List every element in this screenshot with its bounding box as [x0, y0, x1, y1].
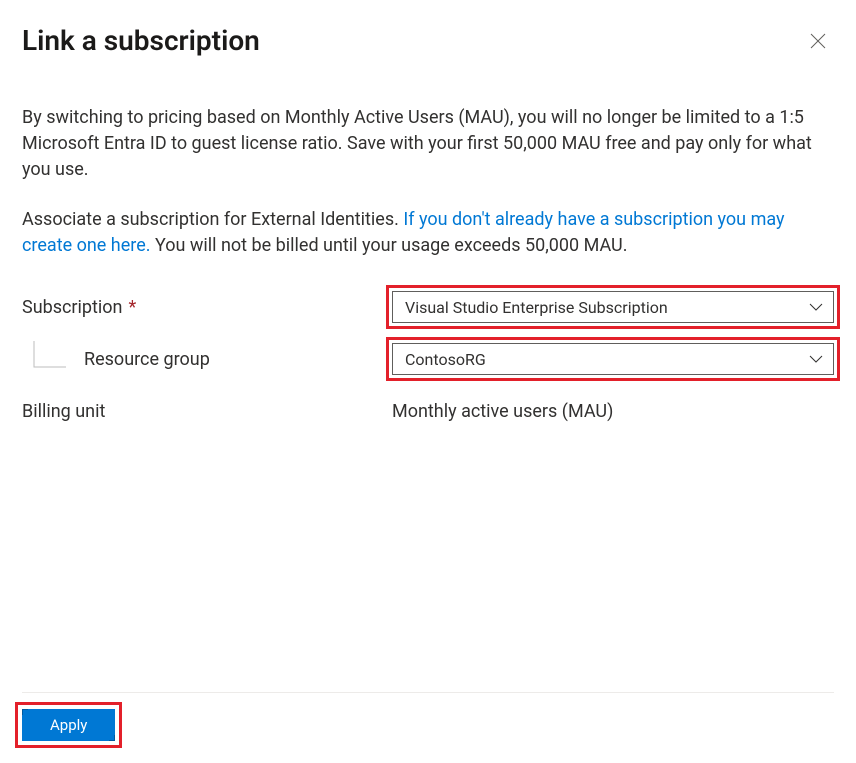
subscription-select[interactable]: Visual Studio Enterprise Subscription [392, 291, 834, 323]
resource-group-select-value: ContosoRG [405, 350, 486, 369]
apply-button-wrap: Apply [22, 709, 115, 741]
subscription-row: Subscription * Visual Studio Enterprise … [22, 289, 834, 325]
subscription-label: Subscription [22, 297, 123, 318]
fields-container: Subscription * Visual Studio Enterprise … [22, 289, 834, 422]
resource-group-select-wrap: ContosoRG [392, 343, 834, 375]
resource-group-label: Resource group [84, 349, 210, 370]
footer: Apply [22, 692, 834, 763]
associate-prefix: Associate a subscription for External Id… [22, 209, 403, 230]
panel-title: Link a subscription [22, 24, 260, 57]
associate-suffix: You will not be billed until your usage … [151, 235, 628, 256]
associate-text: Associate a subscription for External Id… [22, 207, 834, 259]
billing-unit-label: Billing unit [22, 401, 392, 422]
billing-unit-value: Monthly active users (MAU) [392, 401, 613, 422]
billing-unit-row: Billing unit Monthly active users (MAU) [22, 401, 834, 422]
close-button[interactable] [802, 25, 834, 57]
apply-button[interactable]: Apply [22, 709, 115, 741]
close-icon [810, 33, 826, 49]
tree-indent-icon [22, 341, 66, 377]
resource-group-row: Resource group ContosoRG [22, 339, 834, 379]
required-marker: * [129, 297, 137, 318]
chevron-down-icon [809, 354, 823, 364]
intro-text: By switching to pricing based on Monthly… [22, 105, 834, 183]
subscription-select-value: Visual Studio Enterprise Subscription [405, 298, 668, 317]
subscription-label-col: Subscription * [22, 297, 392, 318]
chevron-down-icon [809, 302, 823, 312]
resource-group-label-col: Resource group [22, 341, 392, 377]
panel-header: Link a subscription [22, 24, 834, 57]
subscription-select-wrap: Visual Studio Enterprise Subscription [392, 291, 834, 323]
link-subscription-panel: Link a subscription By switching to pric… [0, 0, 856, 763]
resource-group-select[interactable]: ContosoRG [392, 343, 834, 375]
